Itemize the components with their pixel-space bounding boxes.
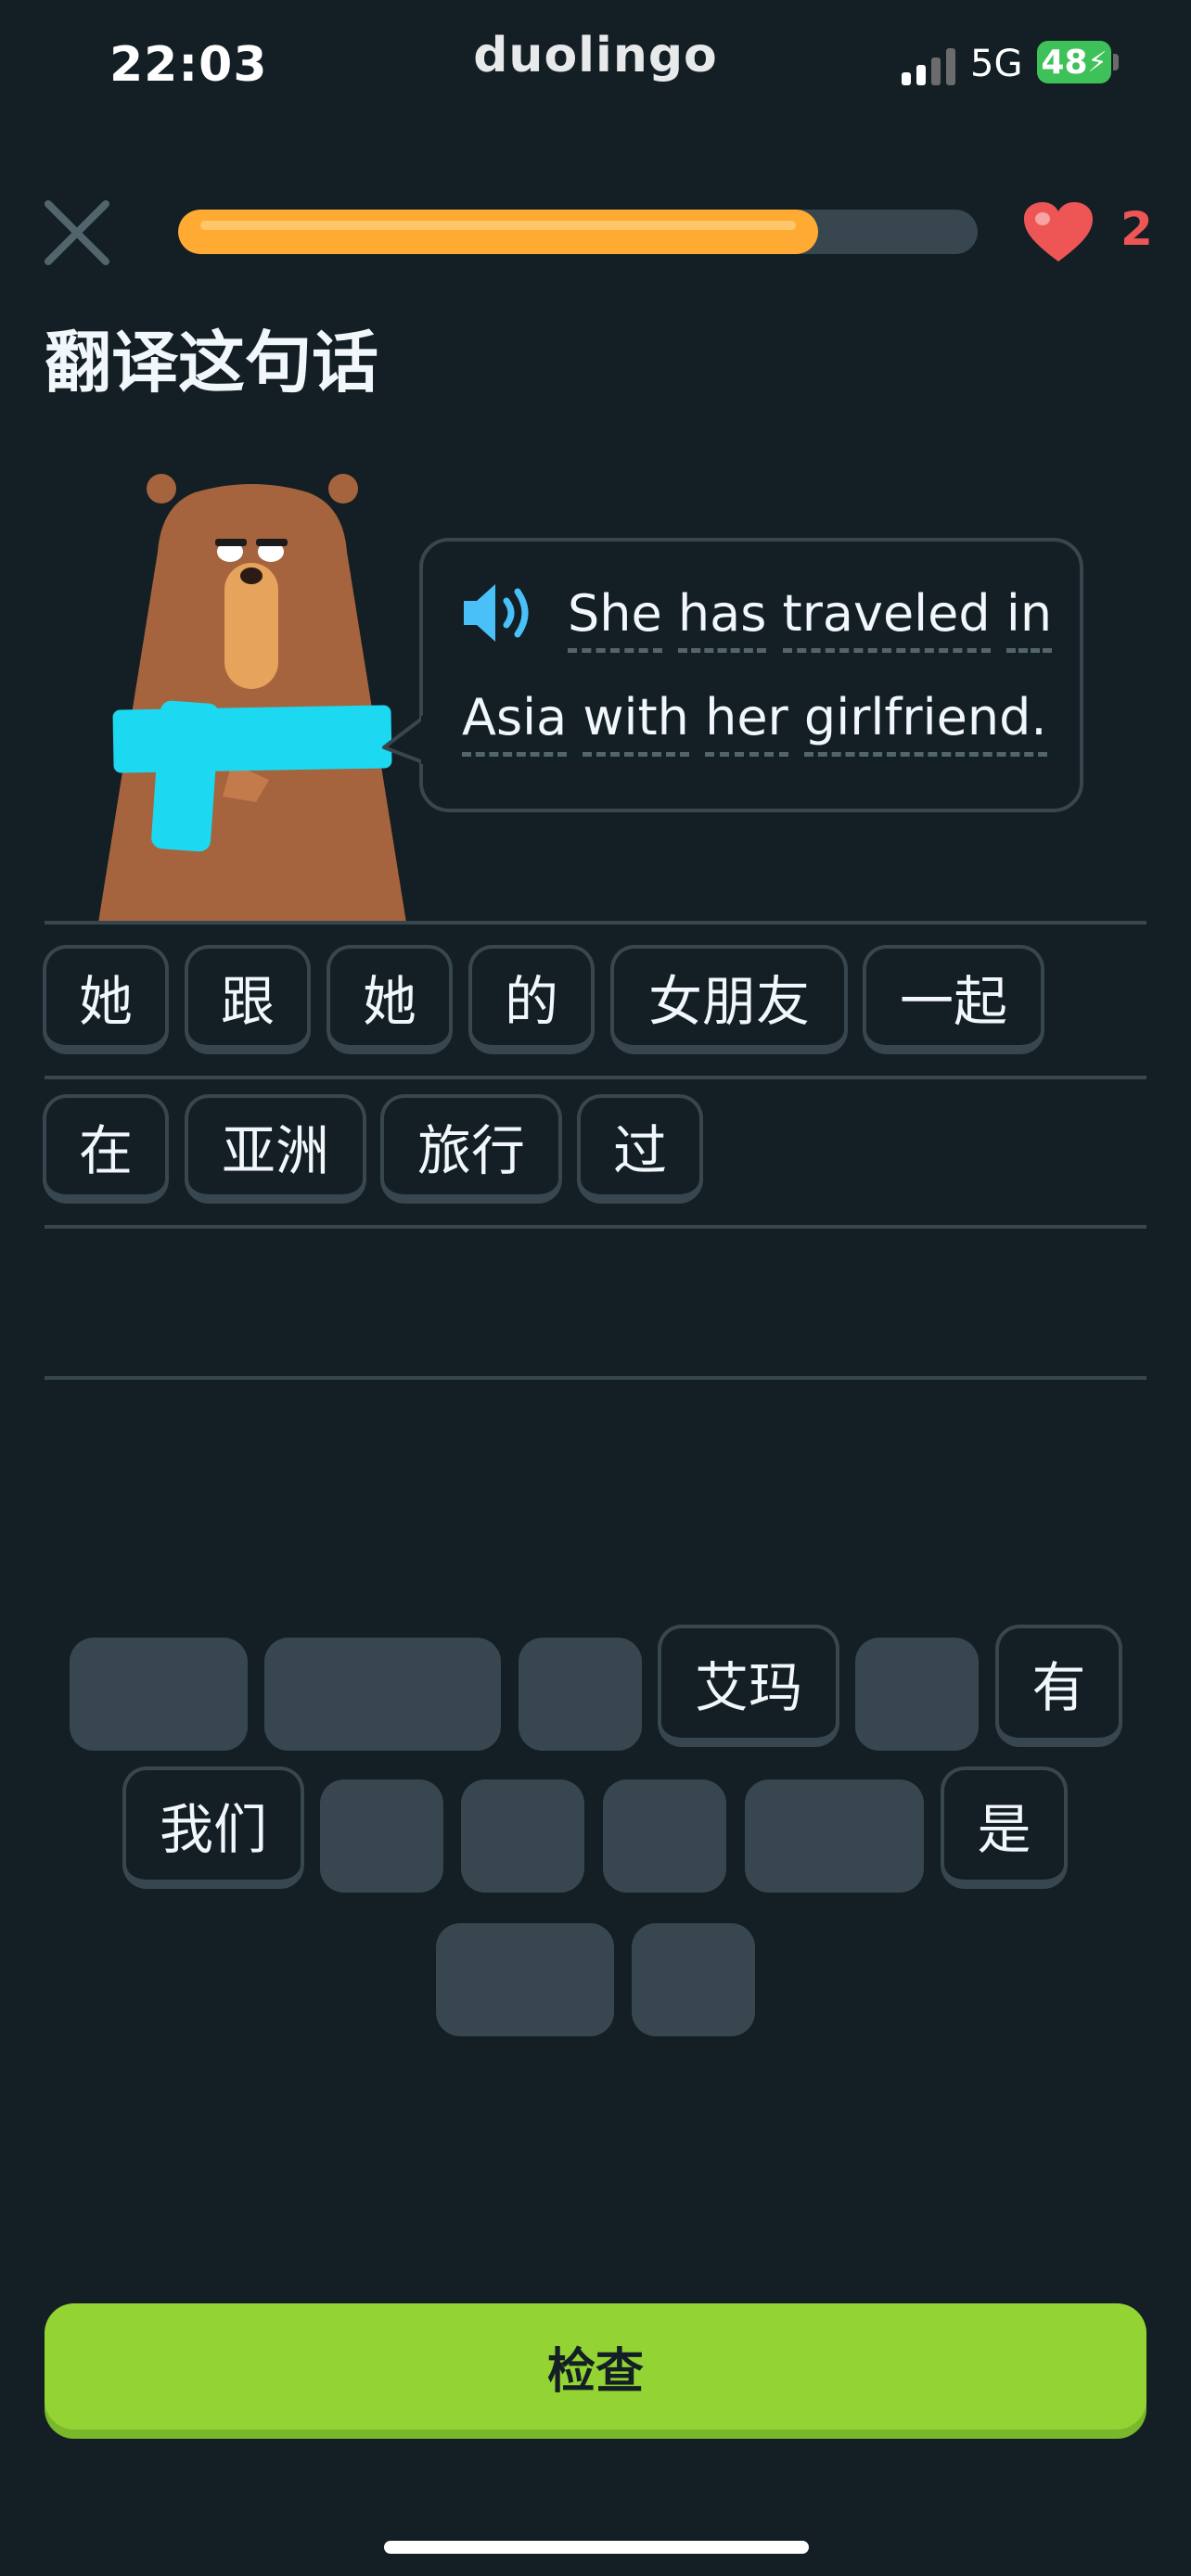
word-bank-empty-slot [320,1779,443,1893]
word-bank-empty-slot [745,1779,924,1893]
hearts-count: 2 [1121,202,1153,256]
prompt-word[interactable]: She [568,587,662,653]
answer-tile[interactable]: 在 [43,1094,169,1204]
prompt-word[interactable]: girlfriend. [803,691,1047,757]
word-bank-empty-slot [70,1638,248,1751]
answer-tile[interactable]: 跟 [185,945,311,1054]
word-bank-empty-slot [632,1923,755,2036]
charging-bolt-icon: ⚡ [1087,45,1108,79]
word-bank-empty-slot [461,1779,584,1893]
prompt-speech-bubble [419,538,1083,812]
lesson-progress-bar [178,210,978,254]
word-bank-tile[interactable]: 是 [941,1766,1068,1889]
check-button[interactable]: 检查 [45,2303,1146,2429]
answer-tile[interactable]: 她 [43,945,169,1054]
speaker-icon[interactable] [460,580,540,645]
word-bank-empty-slot [436,1923,614,2036]
answer-line-2 [45,1076,1146,1079]
cellular-signal-icon [902,48,959,85]
prompt-word[interactable]: her [705,691,788,757]
battery-tip [1113,54,1119,70]
progress-fill [178,210,818,254]
answer-tile[interactable]: 她 [327,945,453,1054]
word-bank-tile[interactable]: 我们 [122,1766,304,1889]
answer-tile[interactable]: 女朋友 [610,945,848,1054]
bear-character-illustration [98,474,406,923]
progress-shine [200,221,796,230]
word-bank-empty-slot [603,1779,726,1893]
answer-line-3 [45,1225,1146,1229]
home-indicator[interactable] [384,2541,809,2554]
answer-tile[interactable]: 的 [468,945,595,1054]
speech-bubble-tail [382,716,427,764]
prompt-word[interactable]: traveled [782,587,991,653]
answer-line-4 [45,1376,1146,1380]
battery-level: 48 [1041,43,1088,82]
answer-tile[interactable]: 过 [577,1094,703,1204]
heart-icon [1024,202,1093,261]
prompt-word[interactable]: in [1005,587,1053,653]
prompt-word[interactable]: with [583,691,689,757]
prompt-word[interactable]: Asia [462,691,568,757]
word-bank-empty-slot [855,1638,979,1751]
word-bank-tile[interactable]: 有 [995,1625,1122,1747]
prompt-line-2: Asia with her girlfriend. [462,688,1047,757]
answer-tile[interactable]: 亚洲 [185,1094,366,1204]
word-bank-empty-slot [264,1638,501,1751]
word-bank-empty-slot [519,1638,642,1751]
answer-tile[interactable]: 一起 [863,945,1044,1054]
word-bank-tile[interactable]: 艾玛 [658,1625,839,1747]
battery-indicator: 48 ⚡ [1037,41,1111,83]
close-icon[interactable] [41,197,113,269]
network-type: 5G [970,43,1023,85]
prompt-word[interactable]: has [677,587,767,653]
prompt-line-1: She has traveled in [568,584,1053,653]
answer-line-1 [45,921,1146,925]
answer-tile[interactable]: 旅行 [380,1094,562,1204]
exercise-title: 翻译这句话 [45,324,379,402]
